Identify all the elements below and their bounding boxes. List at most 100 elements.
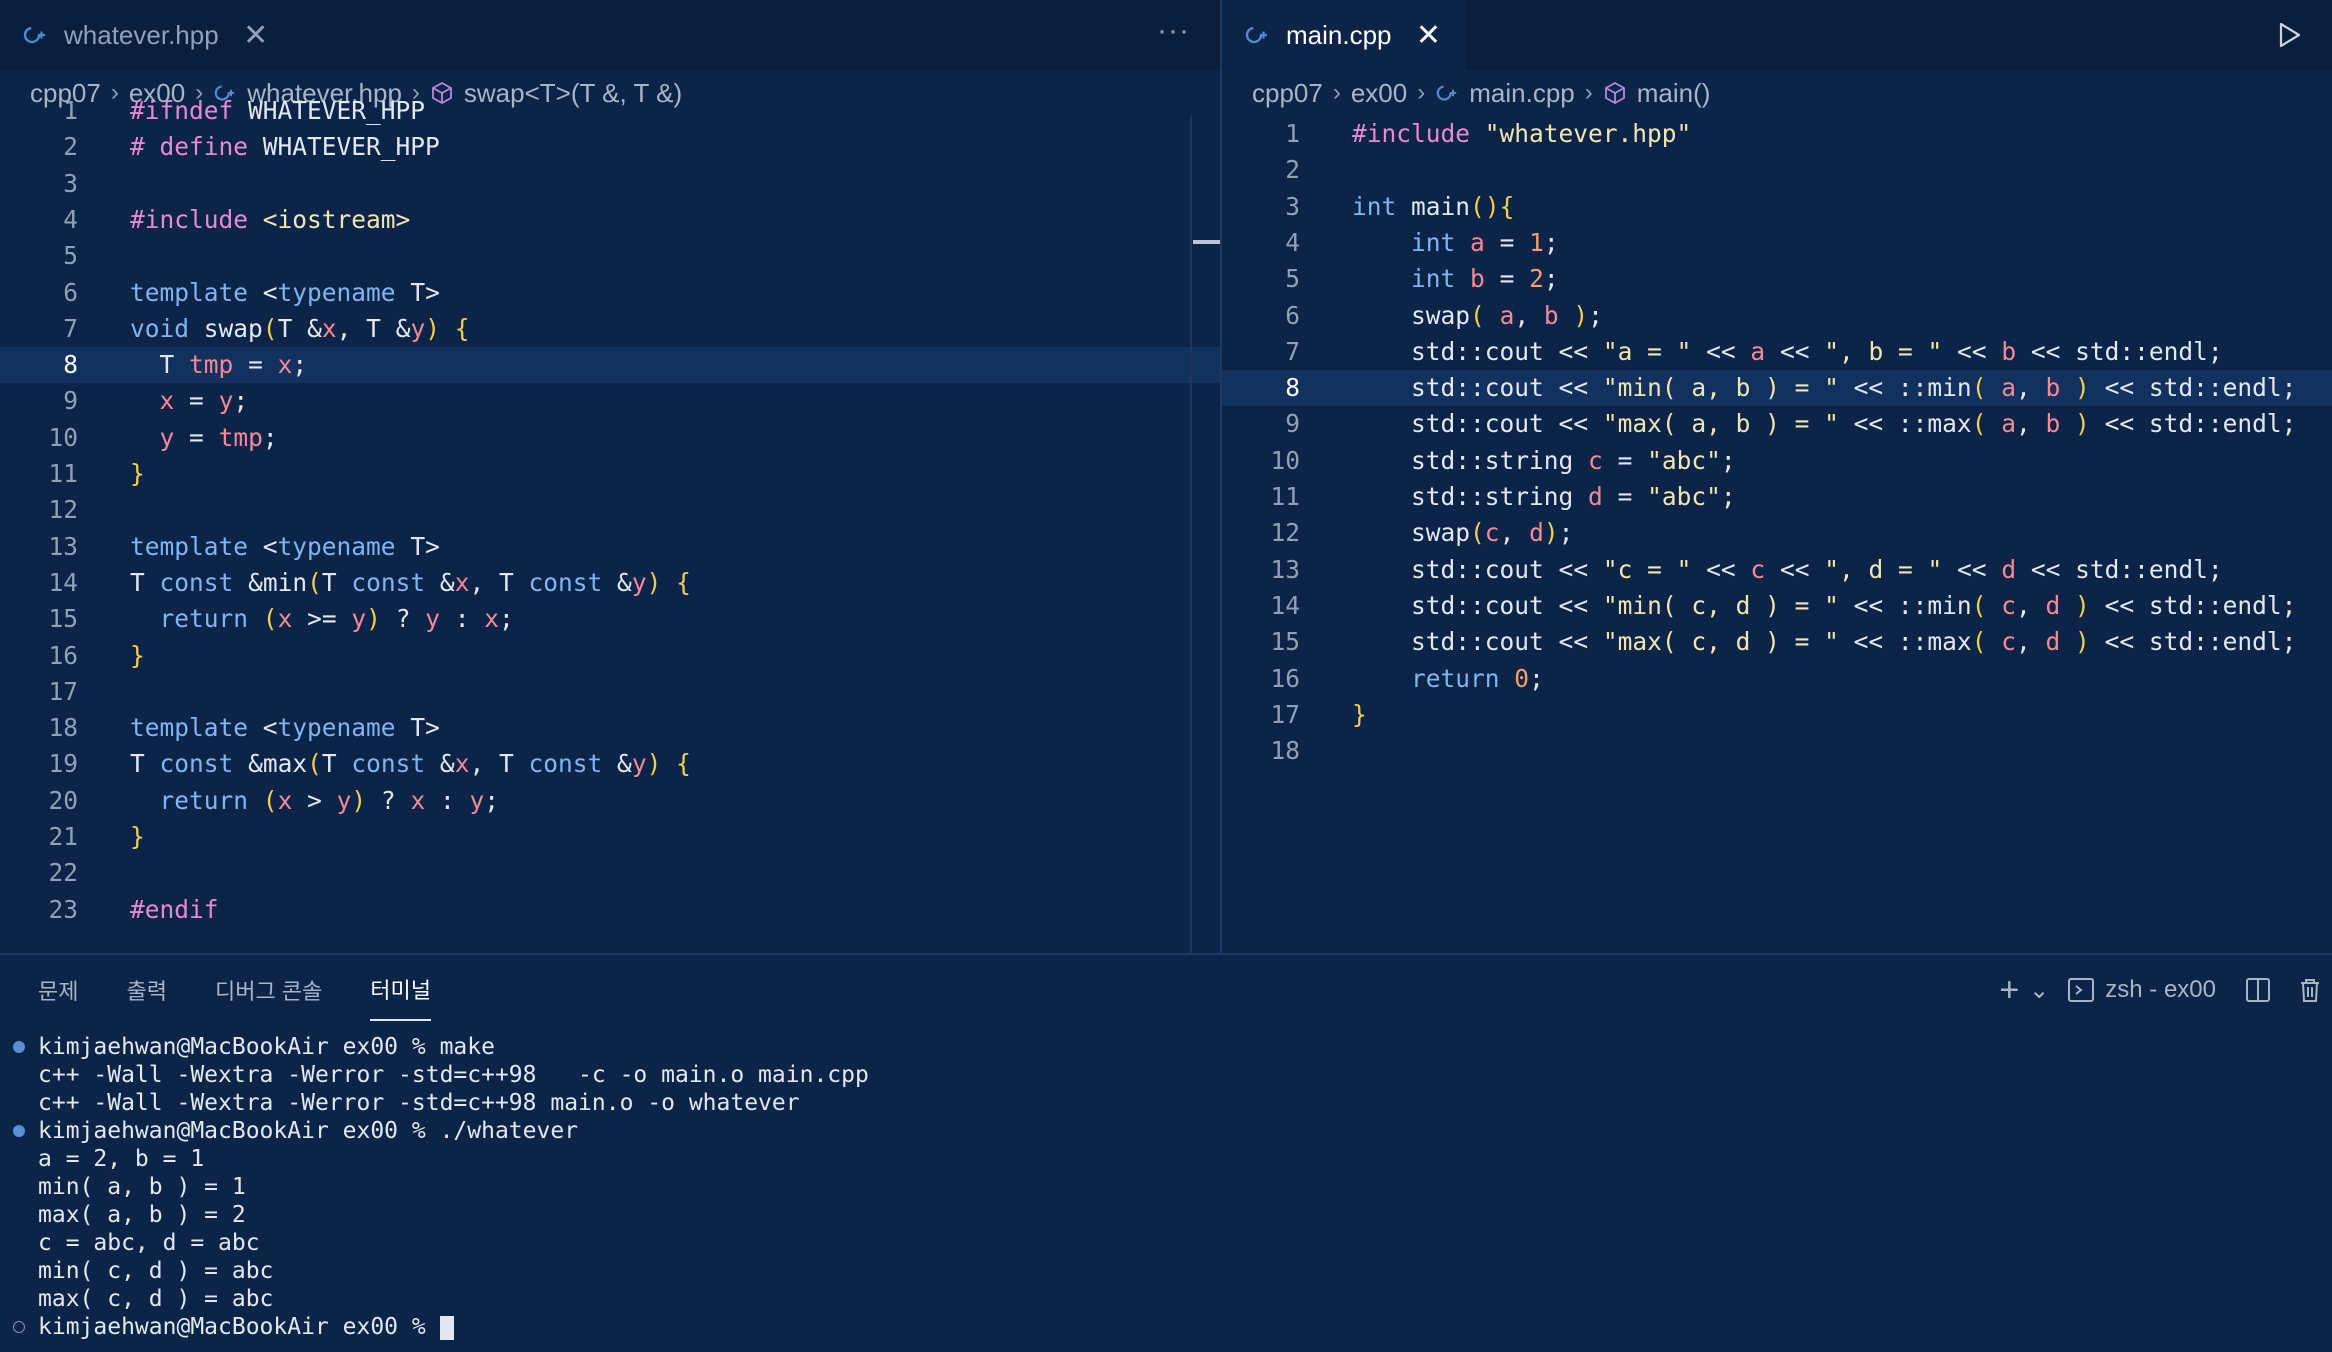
code-line[interactable]: 8 std::cout << "min( a, b ) = " << ::min… (1222, 370, 2332, 407)
tab-terminal[interactable]: 터미널 (370, 959, 432, 1021)
code-line[interactable]: 6 swap( a, b ); (1222, 298, 2332, 334)
code-line[interactable]: 18 template <typename T> (0, 710, 1220, 746)
line-number: 11 (1270, 482, 1300, 511)
code-text: x = y; (159, 386, 249, 416)
command-status-icon[interactable] (13, 1041, 25, 1053)
code-line[interactable]: 16 return 0; (1222, 661, 2332, 697)
code-line[interactable]: 10 y = tmp; (0, 420, 1220, 456)
cpp-file-icon (1436, 85, 1457, 101)
code-line[interactable]: 11} (0, 456, 1220, 492)
breadcrumb-item[interactable]: cpp07 (1252, 78, 1323, 109)
line-number: 2 (63, 132, 78, 162)
panel-actions: + ⌄ zsh - ex00 (1999, 965, 2332, 1015)
line-number: 20 (48, 785, 78, 815)
breadcrumb-item[interactable]: main() (1637, 78, 1711, 109)
tab-main-cpp[interactable]: main.cpp ✕ (1222, 0, 1466, 70)
line-number: 19 (48, 749, 78, 779)
cube-icon (1604, 81, 1625, 105)
code-line[interactable]: 4 #include <iostream> (0, 202, 1220, 238)
code-line[interactable]: 7 void swap(T &x, T &y) { (0, 311, 1220, 347)
code-line[interactable]: 2 # define WHATEVER_HPP (0, 129, 1220, 165)
terminal-text: max( a, b ) = 2 (38, 1202, 246, 1228)
code-text: std::cout << "min( c, d ) = " << ::min( … (1411, 590, 2297, 620)
terminal-text: max( c, d ) = abc (38, 1286, 274, 1312)
tab-output[interactable]: 출력 (126, 960, 166, 1020)
code-line[interactable]: 14 T const &min(T const &x, T const &y) { (0, 565, 1220, 601)
code-line[interactable]: 12 (0, 492, 1220, 528)
line-number: 10 (1270, 445, 1300, 475)
more-actions-icon[interactable]: ··· (1157, 14, 1190, 48)
code-line[interactable]: 1 #ifndef WHATEVER_HPP (0, 93, 1220, 129)
code-line[interactable]: 3 (0, 166, 1220, 202)
play-icon[interactable] (2274, 20, 2304, 50)
tab-debug-console[interactable]: 디버그 콘솔 (215, 960, 322, 1020)
code-line[interactable]: 5 (0, 238, 1220, 274)
code-text: int a = 1; (1411, 227, 1559, 257)
terminal-output[interactable]: kimjaehwan@MacBookAir ex00 % make c++ -Wa… (0, 1033, 2332, 1341)
plus-icon[interactable]: + (1999, 971, 2019, 1010)
close-icon[interactable]: ✕ (1414, 18, 1444, 53)
trash-icon[interactable] (2296, 976, 2324, 1004)
chevron-right-icon: › (1584, 79, 1593, 106)
code-line[interactable]: 15 return (x >= y) ? y : x; (0, 601, 1220, 637)
code-line[interactable]: 10 std::string c = "abc"; (1222, 443, 2332, 479)
code-line[interactable]: 13 std::cout << "c = " << c << ", d = " … (1222, 552, 2332, 588)
code-text: } (130, 459, 145, 488)
line-number: 23 (48, 894, 78, 924)
terminal-text: a = 2, b = 1 (38, 1146, 205, 1172)
code-line[interactable]: 3 int main(){ (1222, 189, 2332, 225)
command-status-icon[interactable] (13, 1321, 25, 1333)
code-line[interactable]: 7 std::cout << "a = " << a << ", b = " <… (1222, 334, 2332, 370)
terminal-text: kimjaehwan@MacBookAir ex00 % ./whatever (38, 1118, 579, 1144)
command-status-icon[interactable] (13, 1125, 25, 1137)
terminal-selector[interactable]: zsh - ex00 (2067, 976, 2216, 1004)
code-line[interactable]: 18 (1222, 733, 2332, 769)
breadcrumb-item[interactable]: ex00 (1351, 78, 1407, 109)
code-line[interactable]: 23 #endif (0, 892, 1220, 928)
code-line[interactable]: 4 int a = 1; (1222, 225, 2332, 261)
code-line[interactable]: 6 template <typename T> (0, 275, 1220, 311)
code-editor-right[interactable]: 1 #include "whatever.hpp" 2 3 int main(){4 i… (1222, 116, 2332, 953)
code-text: y = tmp; (159, 422, 278, 452)
code-line[interactable]: 21} (0, 819, 1220, 855)
line-number: 3 (63, 168, 78, 198)
code-line[interactable]: 8 T tmp = x; (0, 347, 1220, 384)
code-text: #include <iostream> (130, 204, 411, 234)
code-line[interactable]: 22 (0, 855, 1220, 891)
code-line[interactable]: 9 std::cout << "max( a, b ) = " << ::max… (1222, 406, 2332, 442)
code-line[interactable]: 9 x = y; (0, 383, 1220, 419)
split-terminal-icon[interactable] (2244, 976, 2272, 1004)
scroll-position-marker (1193, 240, 1220, 244)
close-icon[interactable]: ✕ (241, 18, 271, 53)
chevron-down-icon[interactable]: ⌄ (2029, 976, 2049, 1005)
code-line[interactable]: 15 std::cout << "max( c, d ) = " << ::ma… (1222, 624, 2332, 660)
code-text: return 0; (1411, 663, 1544, 693)
code-line[interactable]: 2 (1222, 152, 2332, 188)
code-line[interactable]: 5 int b = 2; (1222, 261, 2332, 297)
terminal-line: kimjaehwan@MacBookAir ex00 % ./whatever (0, 1117, 2332, 1145)
code-line[interactable]: 1 #include "whatever.hpp" (1222, 116, 2332, 152)
code-text: template <typename T> (130, 531, 440, 561)
terminal-text: min( a, b ) = 1 (38, 1174, 246, 1200)
breadcrumb-item[interactable]: main.cpp (1469, 78, 1575, 109)
code-editor-left[interactable]: 1 #ifndef WHATEVER_HPP 2 # define WHATEVER_… (0, 96, 1220, 953)
line-number: 7 (1285, 336, 1300, 366)
tab-whatever-hpp[interactable]: whatever.hpp ✕ (0, 0, 293, 70)
code-line[interactable]: 14 std::cout << "min( c, d ) = " << ::mi… (1222, 588, 2332, 624)
scrollbar[interactable] (1190, 116, 1192, 953)
code-line[interactable]: 16} (0, 638, 1220, 674)
code-line[interactable]: 12 swap(c, d); (1222, 515, 2332, 551)
code-line[interactable]: 17} (1222, 697, 2332, 733)
line-number: 16 (48, 640, 78, 670)
code-text: template <typename T> (130, 277, 440, 307)
code-line[interactable]: 13 template <typename T> (0, 529, 1220, 565)
code-line[interactable]: 17 (0, 674, 1220, 710)
code-text: std::cout << "min( a, b ) = " << ::min( … (1411, 373, 2297, 403)
line-number: 15 (48, 604, 78, 634)
code-text: std::string c = "abc"; (1411, 445, 1736, 475)
tab-problems[interactable]: 문제 (38, 960, 78, 1020)
code-line[interactable]: 20 return (x > y) ? x : y; (0, 783, 1220, 819)
right-editor-pane: main.cpp ✕ cpp07 › ex00 › main.cpp › mai… (1222, 0, 2332, 953)
code-line[interactable]: 19 T const &max(T const &x, T const &y) { (0, 746, 1220, 782)
code-line[interactable]: 11 std::string d = "abc"; (1222, 479, 2332, 515)
